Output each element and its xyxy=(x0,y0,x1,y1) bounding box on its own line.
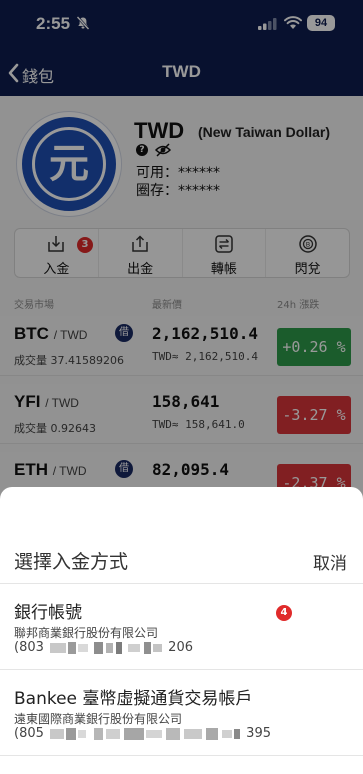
option-bank-name: 聯邦商業銀行股份有限公司 xyxy=(14,626,159,640)
account-mask xyxy=(50,641,163,654)
sheet-title: 選擇入金方式 xyxy=(14,551,129,573)
option-title: Bankee 臺幣虛擬通貨交易帳戶 xyxy=(14,689,253,709)
account-mask xyxy=(50,727,241,740)
option-title: 銀行帳號 xyxy=(14,603,82,623)
deposit-option-bank-account[interactable]: 銀行帳號 4 聯邦商業銀行股份有限公司 (803 206 xyxy=(0,584,363,670)
deposit-option-bankee-account[interactable]: Bankee 臺幣虛擬通貨交易帳戶 遠東國際商業銀行股份有限公司 (805 39… xyxy=(0,670,363,756)
option-account-number: (803 206 xyxy=(14,640,193,655)
option-account-number: (805 395 xyxy=(14,726,271,741)
account-suffix: 395 xyxy=(246,726,271,741)
option-badge: 4 xyxy=(276,605,292,621)
deposit-method-sheet: 選擇入金方式 取消 銀行帳號 4 聯邦商業銀行股份有限公司 (803 206 B… xyxy=(0,487,363,774)
account-suffix: 206 xyxy=(168,640,193,655)
account-prefix: (803 xyxy=(14,640,44,655)
option-bank-name: 遠東國際商業銀行股份有限公司 xyxy=(14,712,183,726)
cancel-button[interactable]: 取消 xyxy=(313,549,347,574)
account-prefix: (805 xyxy=(14,726,44,741)
